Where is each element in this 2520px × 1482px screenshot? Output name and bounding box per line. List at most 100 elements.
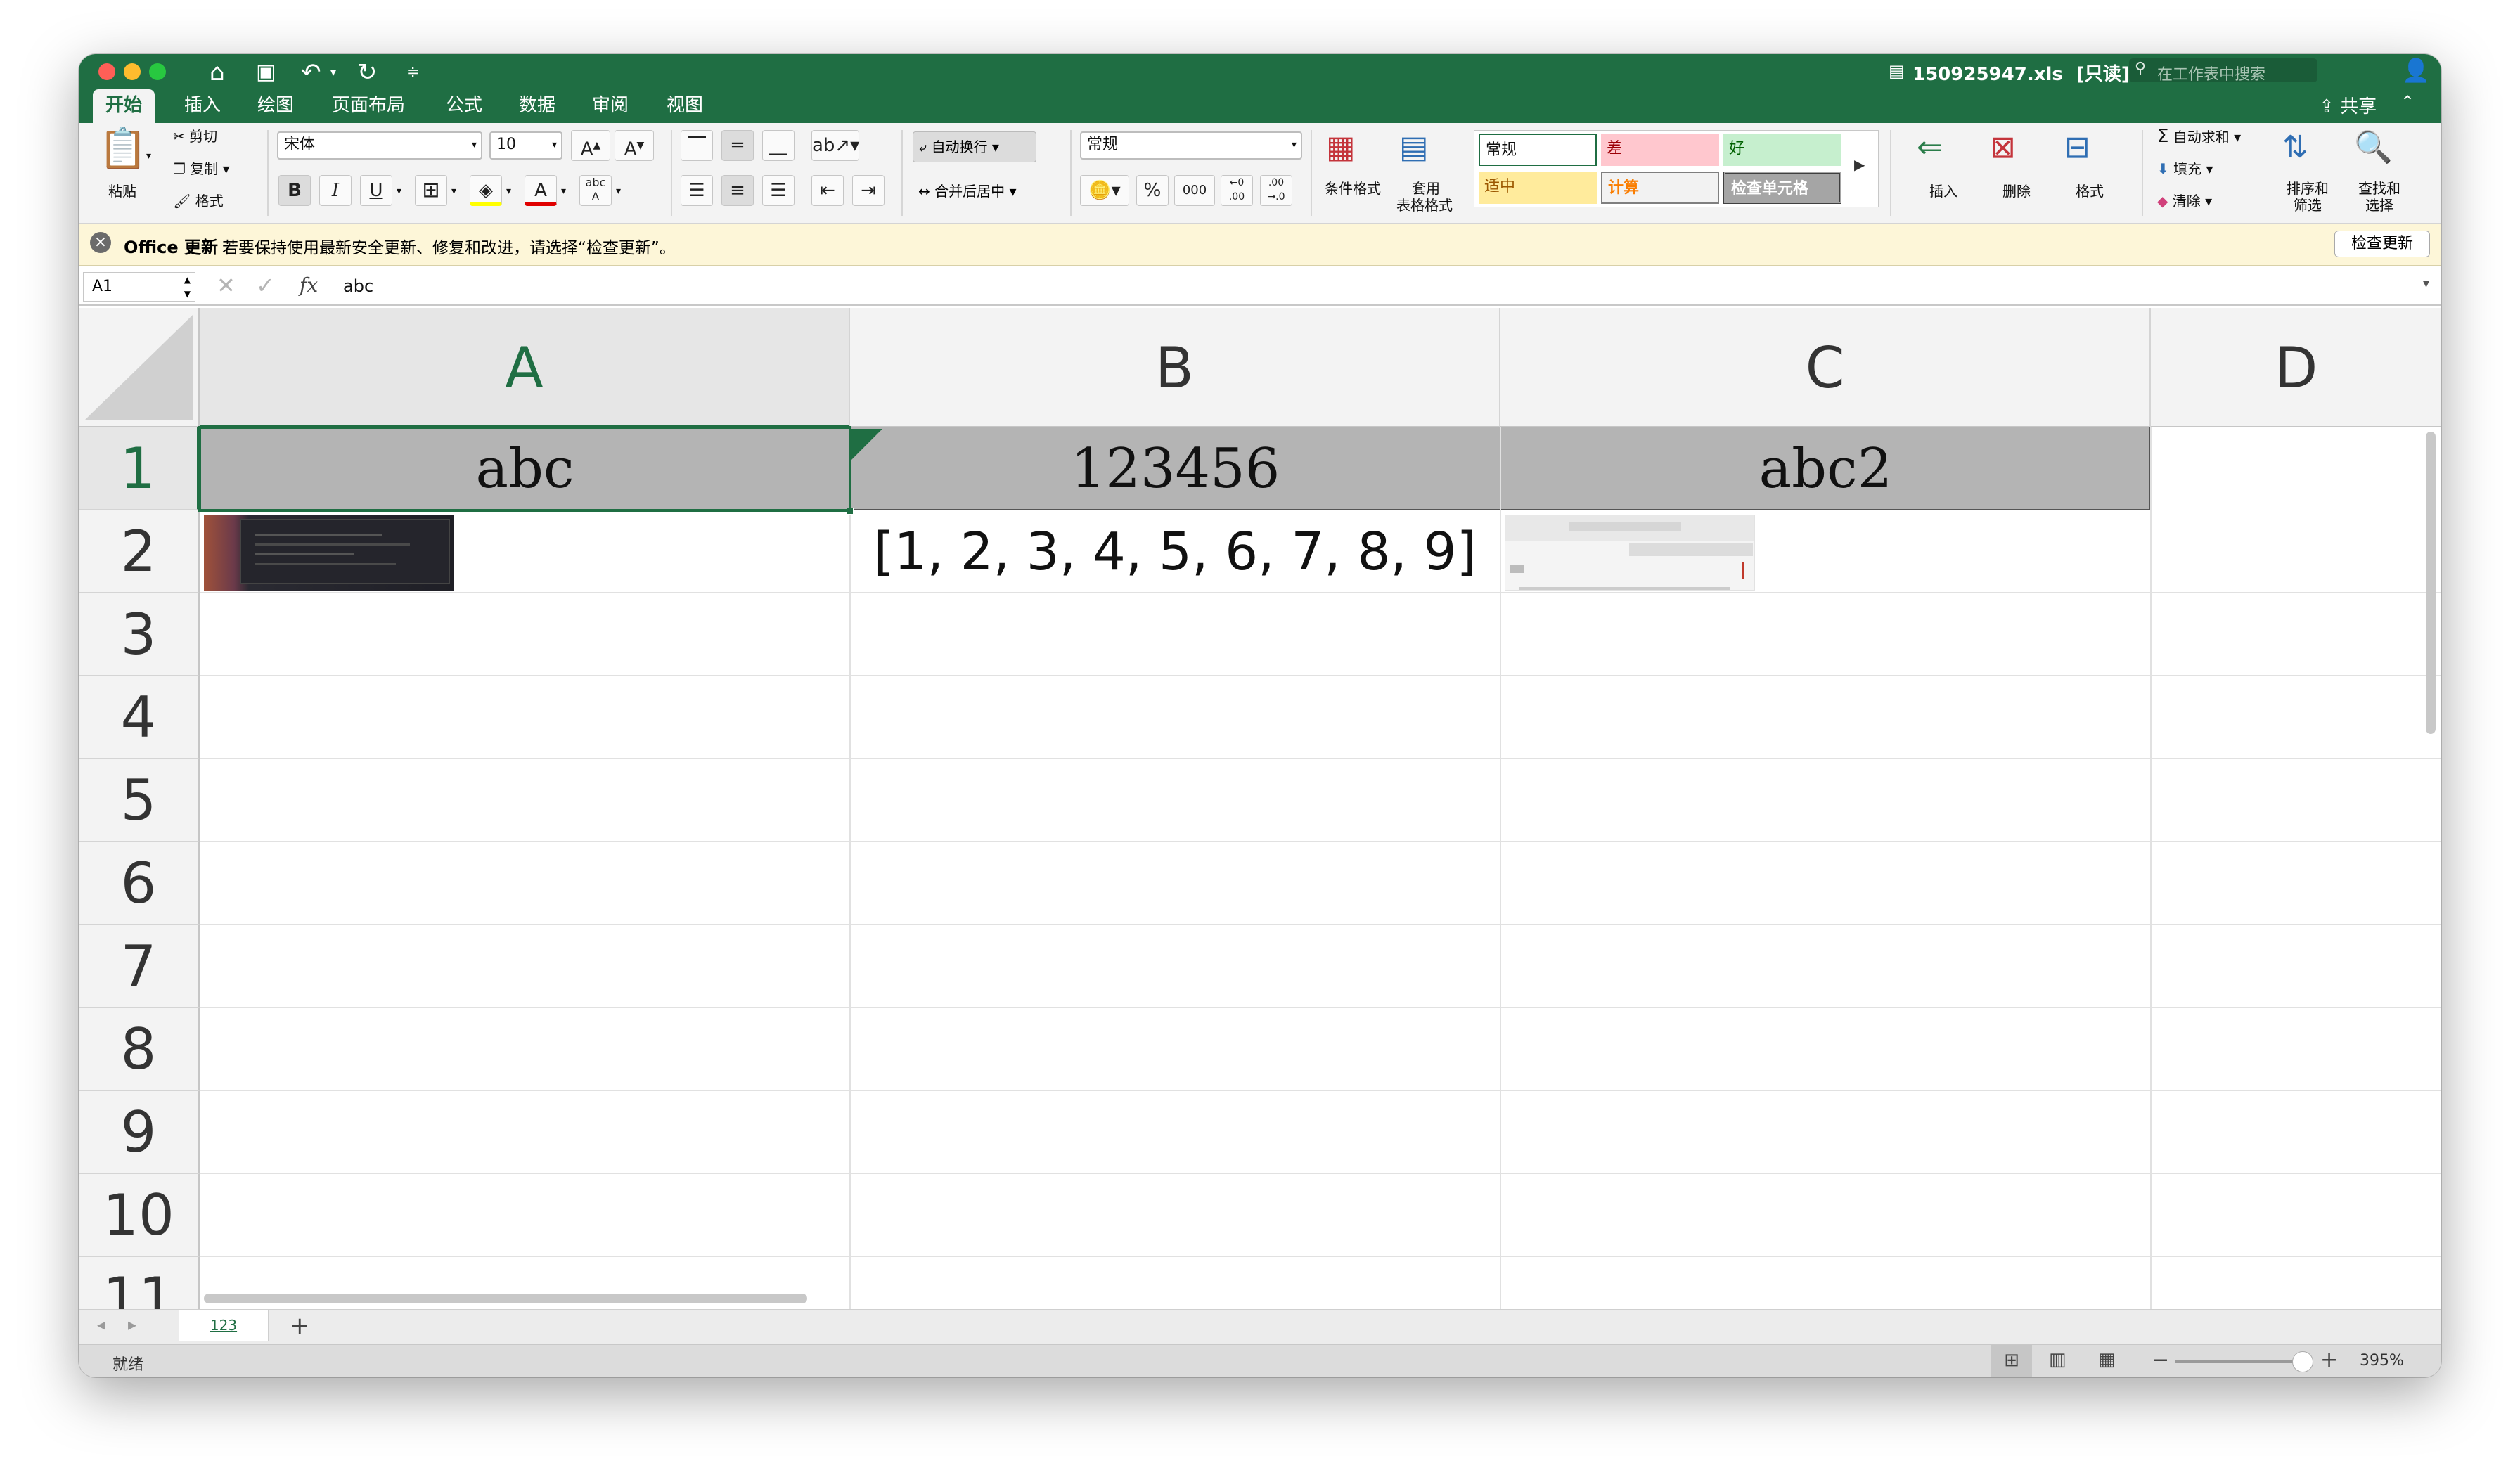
search-box[interactable]: ⚲ 在工作表中搜索: [2129, 58, 2318, 84]
cell-b1[interactable]: 123456: [850, 427, 1500, 510]
tab-draw[interactable]: 绘图: [245, 89, 307, 123]
row-header-4[interactable]: 4: [79, 676, 200, 759]
undo-icon[interactable]: ↶: [301, 58, 321, 86]
format-cells-icon[interactable]: ⊟: [2064, 130, 2090, 165]
underline-button[interactable]: U: [360, 175, 392, 206]
percent-button[interactable]: %: [1136, 175, 1169, 206]
row-header-7[interactable]: 7: [79, 925, 200, 1008]
comment-indicator[interactable]: [851, 429, 882, 460]
font-name-select[interactable]: 宋体 ▾: [277, 131, 482, 160]
format-label[interactable]: 格式: [2076, 182, 2104, 200]
scroll-right-icon[interactable]: ▸: [128, 1315, 136, 1334]
row-header-3[interactable]: 3: [79, 593, 200, 676]
bold-button[interactable]: B: [278, 175, 311, 206]
font-size-select[interactable]: 10 ▾: [489, 131, 562, 160]
chevron-down-icon[interactable]: ▾: [616, 182, 621, 200]
check-updates-button[interactable]: 检查更新: [2334, 231, 2430, 257]
italic-button[interactable]: I: [319, 175, 352, 206]
style-good[interactable]: 好: [1723, 134, 1841, 166]
chevron-down-icon[interactable]: ▾: [397, 182, 401, 200]
borders-button[interactable]: ⊞: [415, 175, 447, 206]
name-box[interactable]: A1 ▲ ▼: [83, 272, 195, 302]
comma-style-button[interactable]: 000: [1174, 175, 1215, 206]
style-neutral[interactable]: 适中: [1479, 172, 1597, 204]
chevron-down-icon[interactable]: ▾: [330, 58, 336, 86]
cell-c1[interactable]: abc2: [1500, 427, 2151, 510]
insert-cells-icon[interactable]: ⇐: [1917, 130, 1943, 165]
align-left-button[interactable]: ☰: [681, 175, 713, 206]
chevron-down-icon[interactable]: ▾: [451, 182, 456, 200]
cell-b2[interactable]: [1, 2, 3, 4, 5, 6, 7, 8, 9]: [850, 510, 1500, 593]
align-middle-button[interactable]: ═: [721, 130, 754, 161]
add-sheet-icon[interactable]: +: [290, 1312, 310, 1340]
copy-button[interactable]: ❐ 复制 ▾: [173, 160, 230, 178]
home-icon[interactable]: ⌂: [210, 58, 225, 86]
column-header-b[interactable]: B: [850, 308, 1500, 427]
row-header-11[interactable]: 11: [79, 1257, 200, 1309]
table-format-label-1[interactable]: 套用: [1412, 179, 1440, 198]
zoom-slider-thumb[interactable]: [2292, 1351, 2313, 1372]
sort-filter-icon[interactable]: ⇅: [2282, 130, 2308, 165]
tab-page-layout[interactable]: 页面布局: [319, 89, 418, 123]
paste-label[interactable]: 粘贴: [108, 182, 136, 200]
sheet-tab-123[interactable]: 123: [179, 1310, 269, 1341]
formula-input[interactable]: abc: [343, 276, 373, 296]
collapse-ribbon-icon[interactable]: ⌃: [2400, 92, 2415, 112]
table-format-label-2[interactable]: 表格格式: [1396, 196, 1453, 214]
expand-formula-icon[interactable]: ▾: [2423, 276, 2429, 291]
align-bottom-button[interactable]: ⎽: [762, 130, 795, 161]
enter-icon[interactable]: ✓: [256, 272, 275, 299]
wrap-text-button[interactable]: ⤶ 自动换行 ▾: [913, 131, 1036, 162]
decrease-indent-button[interactable]: ⇤: [811, 175, 844, 206]
clear-button[interactable]: ◆ 清除 ▾: [2157, 192, 2212, 210]
conditional-format-icon[interactable]: ▦: [1326, 130, 1356, 165]
gallery-more-icon[interactable]: ▶: [1854, 156, 1865, 173]
scroll-left-icon[interactable]: ◂: [97, 1315, 105, 1334]
column-header-a[interactable]: A: [200, 308, 850, 427]
tab-home[interactable]: 开始: [93, 89, 155, 123]
merge-center-button[interactable]: ↔ 合并后居中 ▾: [918, 176, 1052, 207]
format-painter-button[interactable]: 🖌 格式: [173, 192, 224, 210]
select-all-corner[interactable]: [79, 308, 200, 427]
font-color-button[interactable]: A: [525, 175, 557, 206]
delete-cells-icon[interactable]: ⊠: [1990, 130, 2016, 165]
cut-button[interactable]: ✂ 剪切: [173, 127, 217, 146]
worksheet-grid[interactable]: A B C D 1 2 3 4 5 6 7 8 9 10 11 abc 1234…: [79, 308, 2441, 1309]
autosum-button[interactable]: Σ 自动求和 ▾: [2157, 127, 2241, 146]
row-header-6[interactable]: 6: [79, 842, 200, 925]
tab-insert[interactable]: 插入: [172, 89, 233, 123]
accounting-format-button[interactable]: 🪙▾: [1080, 175, 1129, 206]
account-icon[interactable]: 👤: [2402, 57, 2430, 84]
zoom-in-icon[interactable]: +: [2320, 1348, 2338, 1372]
column-header-d[interactable]: D: [2151, 308, 2441, 427]
delete-label[interactable]: 删除: [2002, 182, 2031, 200]
row-header-1[interactable]: 1: [79, 427, 200, 510]
increase-indent-button[interactable]: ⇥: [852, 175, 885, 206]
shrink-font-button[interactable]: A▼: [615, 130, 654, 161]
style-calculation[interactable]: 计算: [1601, 172, 1719, 204]
close-message-icon[interactable]: ×: [90, 232, 111, 253]
orientation-button[interactable]: ab↗▾: [811, 130, 859, 161]
table-format-icon[interactable]: ▤: [1399, 130, 1429, 165]
tab-formulas[interactable]: 公式: [433, 89, 495, 123]
minimize-window-button[interactable]: [124, 63, 141, 80]
dropdown-icon[interactable]: ▾: [146, 147, 151, 165]
align-top-button[interactable]: ⎺: [681, 130, 713, 161]
decrease-decimal-button[interactable]: .00 →.0: [1260, 175, 1292, 206]
row-header-9[interactable]: 9: [79, 1091, 200, 1174]
zoom-slider[interactable]: [2175, 1351, 2313, 1372]
grow-font-button[interactable]: A▲: [571, 130, 610, 161]
horizontal-scrollbar[interactable]: [204, 1294, 807, 1303]
align-center-button[interactable]: ≡: [721, 175, 754, 206]
increase-decimal-button[interactable]: ←0.00: [1221, 175, 1253, 206]
sort-filter-label-1[interactable]: 排序和: [2287, 179, 2329, 198]
find-icon[interactable]: 🔍: [2354, 130, 2393, 165]
fill-color-button[interactable]: ◈: [470, 175, 502, 206]
paste-icon[interactable]: 📋: [98, 129, 148, 169]
customize-toolbar-icon[interactable]: ≑: [406, 58, 419, 86]
align-right-button[interactable]: ☰: [762, 175, 795, 206]
page-layout-view-icon[interactable]: ▥: [2049, 1349, 2066, 1370]
page-break-view-icon[interactable]: ▦: [2098, 1349, 2116, 1370]
insert-function-icon[interactable]: fx: [300, 273, 318, 297]
zoom-window-button[interactable]: [149, 63, 166, 80]
